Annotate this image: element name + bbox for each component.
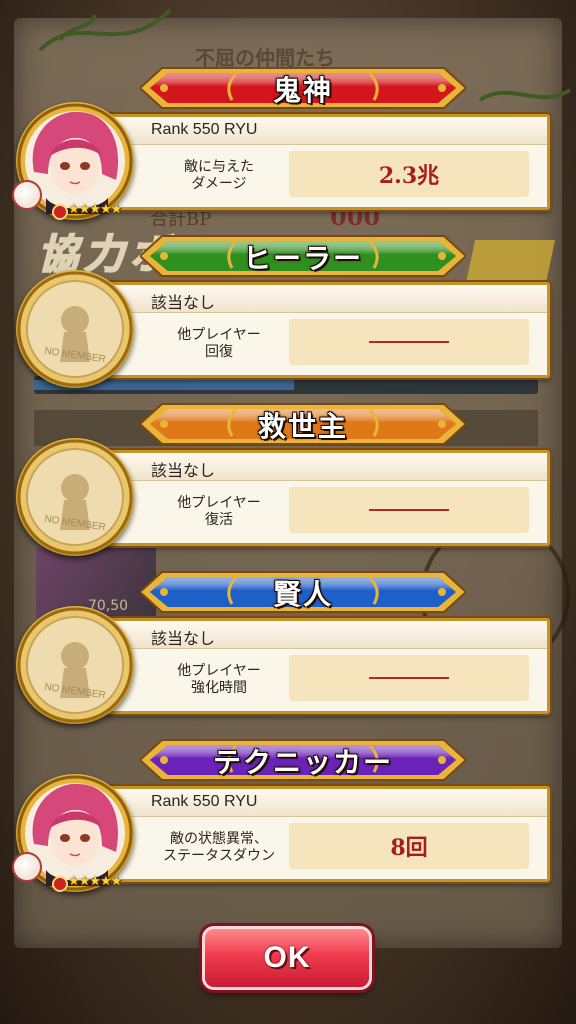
metric-value-text: 2.3兆 bbox=[378, 163, 440, 189]
category-title: 鬼神 bbox=[272, 74, 333, 107]
no-value-dash bbox=[369, 509, 449, 511]
category-banner-savior: 救世主 bbox=[140, 402, 466, 446]
metric-label: 他プレイヤー 回復 bbox=[177, 327, 261, 360]
category-banner-sage: 賢人 bbox=[140, 570, 466, 614]
category-title: ヒーラー bbox=[242, 242, 363, 275]
player-name: 該当なし bbox=[151, 631, 216, 648]
rarity-stars: ★★★★★ bbox=[68, 202, 122, 217]
class-badge-icon bbox=[12, 852, 42, 882]
metric-value: 8回 bbox=[289, 823, 529, 869]
category-title: 救世主 bbox=[257, 410, 348, 443]
category-banner-technician: テクニッカー bbox=[140, 738, 466, 782]
result-panel-savior: 該当なし 他プレイヤー 復活 bbox=[104, 450, 550, 546]
metric-value bbox=[289, 487, 529, 533]
result-panel-sage: 該当なし 他プレイヤー 強化時間 bbox=[104, 618, 550, 714]
no-value-dash bbox=[369, 341, 449, 343]
category-banner-oni: 鬼神 bbox=[140, 66, 466, 110]
element-badge-icon bbox=[52, 204, 68, 220]
player-name: Rank 550 RYU bbox=[151, 793, 258, 810]
metric-label: 他プレイヤー 強化時間 bbox=[177, 663, 261, 696]
no-member-avatar: NO MEMBER bbox=[16, 606, 134, 724]
player-name: 該当なし bbox=[151, 295, 216, 312]
metric-label: 敵の状態異常、 ステータスダウン bbox=[163, 831, 275, 864]
ok-button-label: OK bbox=[263, 941, 311, 974]
result-panel-healer: 該当なし 他プレイヤー 回復 bbox=[104, 282, 550, 378]
player-name: 該当なし bbox=[151, 463, 216, 480]
metric-value-text: 8回 bbox=[390, 835, 428, 861]
no-member-avatar: NO MEMBER bbox=[16, 270, 134, 388]
rarity-stars: ★★★★★ bbox=[68, 874, 122, 889]
metric-value bbox=[289, 319, 529, 365]
metric-value: 2.3兆 bbox=[289, 151, 529, 197]
class-badge-icon bbox=[12, 180, 42, 210]
background-banner-tail bbox=[464, 240, 556, 288]
ok-button[interactable]: OK bbox=[202, 926, 372, 990]
result-panel-technician: Rank 550 RYU 敵の状態異常、 ステータスダウン 8回 bbox=[104, 786, 550, 882]
category-title: 賢人 bbox=[272, 578, 333, 611]
no-member-avatar: NO MEMBER bbox=[16, 438, 134, 556]
metric-value bbox=[289, 655, 529, 701]
metric-label: 敵に与えた ダメージ bbox=[184, 159, 254, 192]
metric-label: 他プレイヤー 復活 bbox=[177, 495, 261, 528]
category-title: テクニッカー bbox=[212, 746, 393, 779]
category-banner-healer: ヒーラー bbox=[140, 234, 466, 278]
player-name: Rank 550 RYU bbox=[151, 121, 258, 138]
element-badge-icon bbox=[52, 876, 68, 892]
result-panel-oni: Rank 550 RYU 敵に与えた ダメージ 2.3兆 bbox=[104, 114, 550, 210]
no-value-dash bbox=[369, 677, 449, 679]
